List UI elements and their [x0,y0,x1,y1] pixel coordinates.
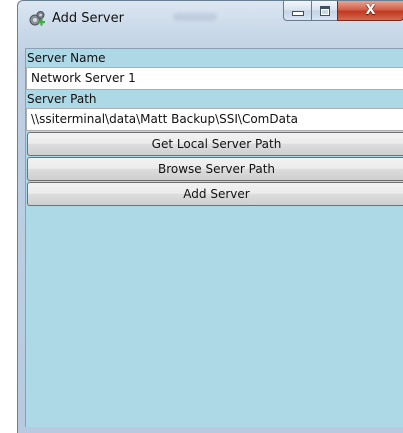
add-server-button[interactable]: Add Server [27,182,403,206]
caption-buttons: X [283,1,403,22]
minimize-button[interactable] [283,1,312,21]
server-path-label: Server Path [27,92,97,106]
maximize-icon [319,5,330,16]
background-window-ghost [173,13,217,21]
server-add-icon [29,11,45,26]
close-button[interactable]: X [337,1,403,21]
server-path-input[interactable]: \\ssiterminal\data\Matt Backup\SSI\ComDa… [26,108,403,131]
form-panel: Server Name Network Server 1 Server Path… [25,48,403,427]
window-title: Add Server [52,11,124,26]
maximize-button[interactable] [311,1,338,21]
close-icon: X [365,3,376,18]
server-name-label: Server Name [27,51,106,65]
server-name-input[interactable]: Network Server 1 [26,67,403,90]
get-local-server-path-button[interactable]: Get Local Server Path [27,132,403,156]
minimize-icon [291,11,304,16]
title-bar[interactable]: Add Server X [18,1,403,41]
browse-server-path-button[interactable]: Browse Server Path [27,157,403,181]
add-server-window: Add Server X Server Name Network Server … [17,0,403,433]
